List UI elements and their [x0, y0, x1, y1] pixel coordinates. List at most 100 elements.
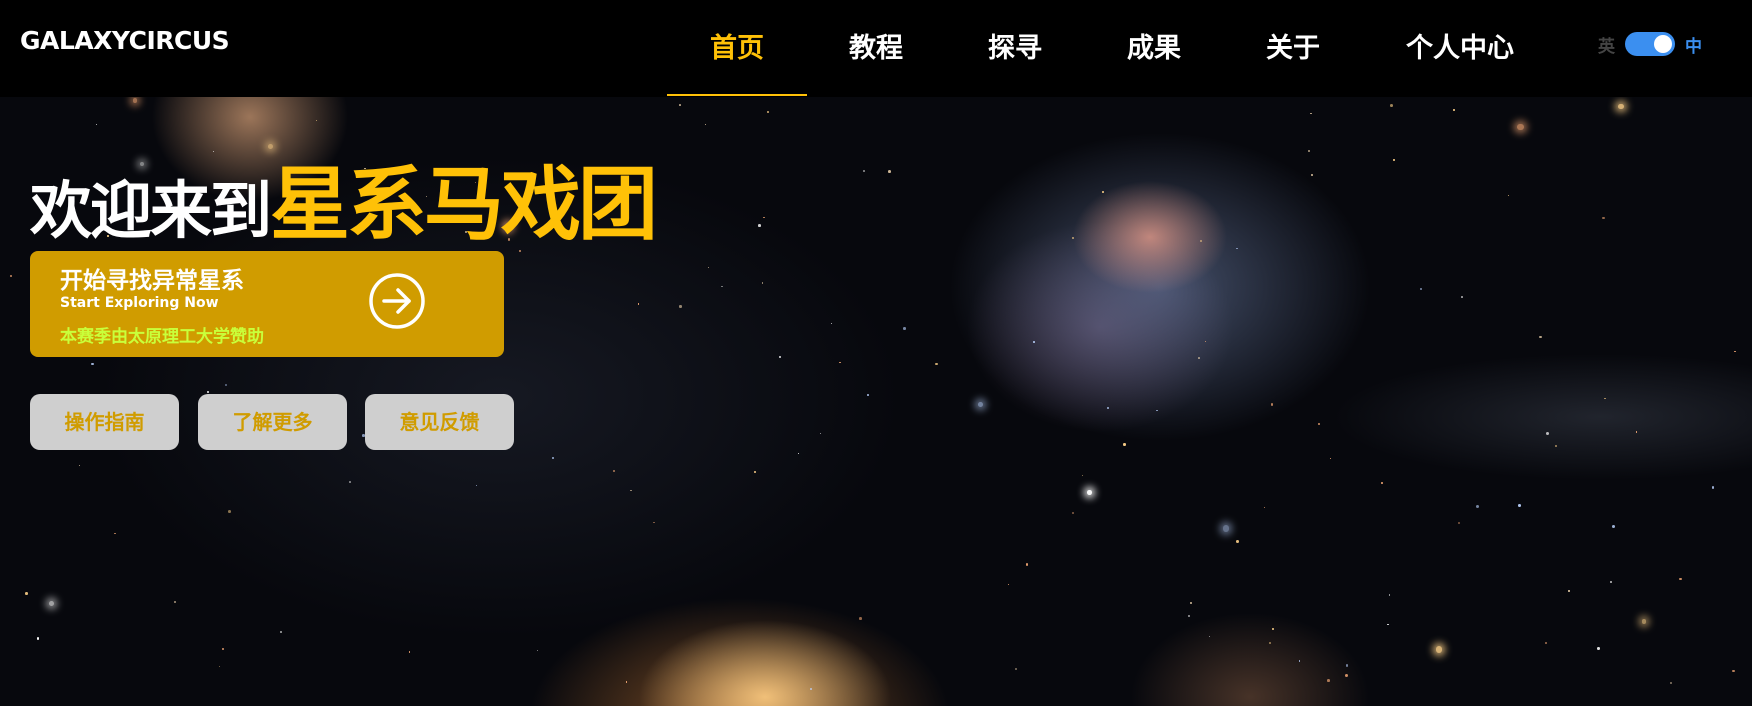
language-toggle[interactable] [1625, 32, 1675, 56]
background-star [1123, 443, 1126, 446]
background-star [1272, 627, 1275, 630]
background-star [613, 469, 616, 473]
background-star [1198, 357, 1200, 359]
background-star [758, 223, 762, 227]
background-star [1635, 431, 1638, 433]
background-star [1209, 635, 1211, 637]
background-star [536, 649, 539, 651]
nav-item-home[interactable]: 首页 [667, 26, 807, 64]
background-star [114, 532, 116, 535]
background-star [1317, 422, 1321, 426]
background-star [173, 601, 176, 604]
background-star [1205, 341, 1207, 343]
background-star [766, 110, 769, 113]
background-star [1014, 667, 1018, 670]
background-star [1419, 287, 1423, 291]
background-star [1539, 335, 1542, 339]
background-star [1329, 457, 1331, 459]
site-logo[interactable]: GALAXYCIRCUS [20, 26, 230, 55]
background-star [1199, 239, 1202, 242]
background-star [1545, 432, 1549, 436]
learn-more-button[interactable]: 了解更多 [198, 394, 347, 450]
nav-item-profile[interactable]: 个人中心 [1390, 26, 1530, 64]
background-star [1386, 623, 1389, 626]
background-star [1618, 103, 1625, 110]
background-star [1268, 641, 1272, 645]
nav-item-about[interactable]: 关于 [1223, 26, 1363, 64]
feedback-button[interactable]: 意见反馈 [365, 394, 514, 450]
background-star [797, 452, 799, 455]
background-star [1033, 341, 1035, 343]
background-star [1388, 594, 1391, 597]
background-star [1597, 647, 1600, 651]
background-star [224, 384, 227, 387]
background-star [779, 356, 781, 358]
background-star [1390, 103, 1394, 107]
background-star [637, 303, 639, 305]
background-star [1611, 525, 1615, 528]
background-star [1071, 512, 1074, 515]
cta-subtitle: Start Exploring Now [60, 295, 219, 311]
background-star [679, 305, 682, 308]
background-star [25, 592, 28, 595]
background-star [830, 322, 832, 324]
background-star [1236, 539, 1239, 543]
background-star [887, 170, 891, 174]
background-star [1475, 504, 1479, 508]
background-star [862, 170, 865, 172]
background-star [753, 470, 756, 473]
background-star [679, 104, 681, 106]
background-star [1460, 296, 1463, 298]
background-star [1670, 682, 1673, 685]
start-exploring-button[interactable]: 开始寻找异常星系 Start Exploring Now 本赛季由太原理工大学赞… [30, 251, 504, 357]
background-star [1307, 149, 1310, 152]
nav-item-tutorial[interactable]: 教程 [806, 26, 946, 64]
active-nav-indicator [667, 94, 807, 96]
background-star [1732, 669, 1736, 673]
background-star [859, 617, 862, 620]
background-star [551, 457, 555, 460]
lang-label-en[interactable]: 英 [1598, 32, 1615, 57]
background-star [1602, 216, 1606, 220]
background-star [206, 390, 210, 394]
background-star [228, 509, 231, 513]
background-star [1263, 506, 1265, 509]
background-star [978, 402, 984, 408]
background-star [903, 327, 906, 330]
background-star [279, 630, 283, 633]
background-star [475, 484, 478, 487]
background-star [1604, 397, 1606, 399]
guide-button[interactable]: 操作指南 [30, 394, 179, 450]
background-star [1187, 614, 1191, 618]
background-star [1346, 664, 1349, 667]
nav-item-explore[interactable]: 探寻 [945, 26, 1085, 64]
background-star [79, 464, 81, 467]
background-star [221, 647, 225, 650]
background-star [1518, 503, 1521, 507]
background-star [1435, 646, 1443, 653]
background-star [1190, 601, 1193, 605]
arrow-right-circle-icon [369, 273, 425, 329]
background-star [1101, 191, 1105, 194]
background-star [809, 687, 812, 690]
background-star [349, 480, 351, 483]
background-star [1156, 410, 1158, 412]
background-star [1026, 563, 1029, 566]
background-star [132, 97, 138, 103]
cta-sponsor-text: 本赛季由太原理工大学赞助 [60, 327, 264, 347]
background-star [1071, 236, 1074, 239]
cta-title: 开始寻找异常星系 [60, 268, 244, 294]
background-star [1086, 490, 1092, 495]
background-star [1235, 247, 1238, 250]
lang-label-zh[interactable]: 中 [1685, 32, 1702, 57]
background-star [1517, 123, 1524, 131]
background-star [707, 267, 710, 269]
background-star [763, 216, 765, 219]
background-star [1453, 109, 1455, 111]
background-star [1554, 444, 1558, 448]
nav-item-results[interactable]: 成果 [1084, 26, 1224, 64]
background-star [1457, 521, 1460, 524]
background-star [1344, 674, 1348, 678]
background-star [1641, 618, 1647, 624]
background-star [1679, 577, 1683, 581]
